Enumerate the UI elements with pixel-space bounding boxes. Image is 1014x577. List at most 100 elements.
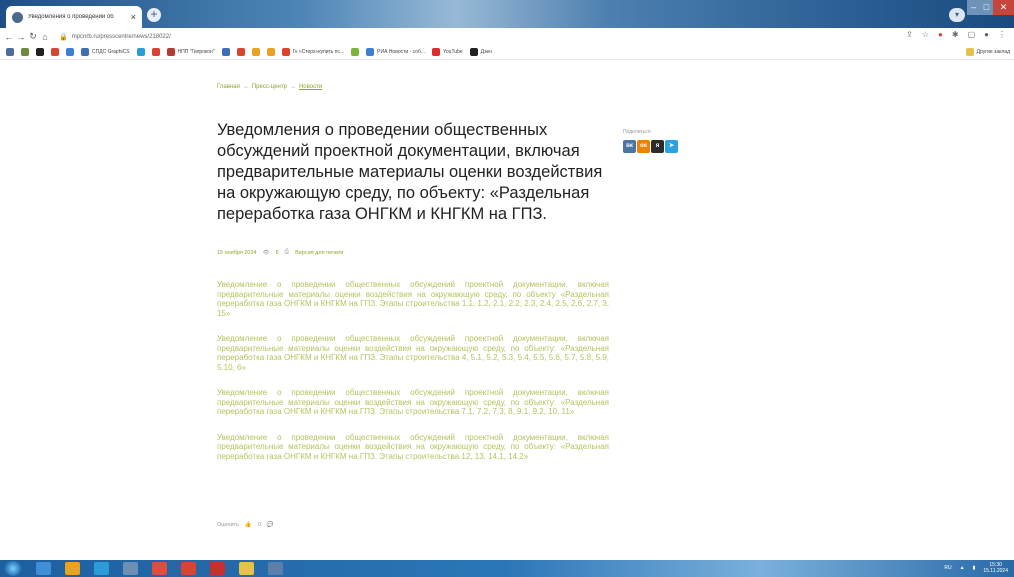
bookmark-item[interactable] xyxy=(136,48,145,56)
taskbar-app-icon[interactable] xyxy=(239,562,254,575)
lock-icon[interactable]: 🔒 xyxy=(59,33,68,41)
bookmark-favicon-icon xyxy=(81,48,89,56)
bookmark-item[interactable]: Гк «Стерх»купить пс... xyxy=(281,48,345,56)
folder-icon xyxy=(965,48,974,56)
bookmark-label: YouTube xyxy=(443,49,463,55)
window-minimize-button[interactable]: – xyxy=(967,0,980,15)
taskbar-app-icon[interactable] xyxy=(268,562,283,575)
bookmark-favicon-icon xyxy=(6,48,14,56)
taskbar-app-icon[interactable] xyxy=(181,562,196,575)
menu-icon[interactable]: ⋮ xyxy=(998,30,1006,39)
document-link[interactable]: Уведомление о проведении общественных об… xyxy=(217,433,609,462)
taskbar-app-icon[interactable] xyxy=(123,562,138,575)
bookmark-label: НПП "Гипрокон" xyxy=(177,49,215,55)
breadcrumb-news[interactable]: Новости xyxy=(299,84,322,90)
bookmark-favicon-icon xyxy=(166,48,175,56)
bookmark-item[interactable] xyxy=(221,48,230,56)
bookmark-item[interactable]: YouTube xyxy=(432,48,463,56)
bookmark-item[interactable]: РИА Новости - соб... xyxy=(366,48,425,56)
share-label: Поделиться xyxy=(623,129,651,135)
news-meta: 15 ноября 2024 👁 5 ⎙ Версия для печати xyxy=(217,249,343,256)
extensions-puzzle-icon[interactable]: ✱ xyxy=(952,30,959,39)
bookmark-star-icon[interactable]: ☆ xyxy=(922,30,929,39)
bookmark-item[interactable] xyxy=(21,48,29,56)
browser-tab[interactable]: Уведомления о проведении об × xyxy=(6,6,142,28)
bookmark-favicon-icon xyxy=(236,48,245,56)
system-tray: RU ▲ ▮ 15:30 15.11.2024 xyxy=(944,562,1008,574)
bookmark-item[interactable] xyxy=(36,48,44,56)
profile-icon[interactable]: ● xyxy=(984,30,989,39)
share-page-icon[interactable]: ⇪ xyxy=(906,30,913,39)
profile-chevron-icon[interactable]: ▾ xyxy=(949,8,965,22)
tab-title: Уведомления о проведении об xyxy=(28,14,114,20)
ya-icon[interactable]: я xyxy=(651,140,664,153)
reload-icon[interactable]: ↻ xyxy=(27,31,39,42)
news-date: 15 ноября 2024 xyxy=(217,249,257,256)
sidepanel-icon[interactable]: ▢ xyxy=(968,30,976,39)
like-count: 0 xyxy=(257,522,261,528)
bookmark-item[interactable] xyxy=(251,48,260,56)
document-link[interactable]: Уведомление о проведении общественных об… xyxy=(217,280,609,318)
vk-icon[interactable]: вк xyxy=(623,140,636,153)
taskbar-app-icon[interactable] xyxy=(210,562,225,575)
tray-arrow-icon[interactable]: ▲ xyxy=(960,565,965,571)
taskbar-app-icon[interactable] xyxy=(36,562,51,575)
bookmark-item[interactable] xyxy=(51,48,59,56)
address-bar: ← → ↻ ⌂ 🔒 mpcnrb.ru/presscentre/news/218… xyxy=(0,28,1014,45)
breadcrumb-home[interactable]: Главная xyxy=(217,84,240,90)
taskbar-app-icon[interactable] xyxy=(65,562,80,575)
thumbs-up-icon[interactable]: 👍 xyxy=(245,522,252,528)
home-icon[interactable]: ⌂ xyxy=(39,32,51,42)
bookmark-label: Дзен xyxy=(480,49,492,55)
bookmark-favicon-icon xyxy=(136,48,145,56)
printer-icon[interactable]: ⎙ xyxy=(285,249,289,256)
bookmark-label: СПДС GraphiCS xyxy=(92,49,130,55)
share-icons: вк ок я ➤ xyxy=(623,140,678,153)
bookmark-favicon-icon xyxy=(21,48,29,56)
rate-label: Оценить xyxy=(217,522,239,528)
bookmark-item[interactable] xyxy=(6,48,14,56)
document-link[interactable]: Уведомление о проведении общественных об… xyxy=(217,388,609,417)
bookmark-favicon-icon xyxy=(469,48,478,56)
back-icon[interactable]: ← xyxy=(3,32,15,42)
clock[interactable]: 15:30 15.11.2024 xyxy=(983,562,1008,574)
forward-icon[interactable]: → xyxy=(15,32,27,42)
bookmark-item[interactable] xyxy=(351,48,360,56)
bookmark-item[interactable] xyxy=(266,48,275,56)
bookmark-item[interactable]: Дзен xyxy=(469,48,492,56)
bookmark-item[interactable] xyxy=(236,48,245,56)
share-block: Поделиться вк ок я ➤ xyxy=(623,129,678,153)
other-bookmarks-label: Другие заклад xyxy=(976,49,1010,55)
eye-icon: 👁 xyxy=(262,249,270,256)
bookmark-item[interactable]: СПДС GraphiCS xyxy=(81,48,130,56)
print-version-link[interactable]: Версия для печати xyxy=(295,250,343,256)
taskbar-app-icon[interactable] xyxy=(152,562,167,575)
clock-date: 15.11.2024 xyxy=(983,568,1008,574)
url-input[interactable]: mpcnrb.ru/presscentre/news/218022/ xyxy=(72,34,171,40)
bookmark-item[interactable] xyxy=(151,48,160,56)
toolbar-actions: ⇪ ☆ ● ✱ ▢ ● ⋮ xyxy=(906,30,1006,39)
new-tab-button[interactable]: + xyxy=(147,8,161,22)
network-icon[interactable]: ▮ xyxy=(973,565,976,571)
bookmark-label: РИА Новости - соб... xyxy=(377,49,425,55)
bookmark-favicon-icon xyxy=(36,48,44,56)
bookmark-favicon-icon xyxy=(366,48,375,56)
language-indicator[interactable]: RU xyxy=(944,565,951,571)
comment-icon[interactable]: 💬 xyxy=(267,522,274,528)
site-favicon-icon xyxy=(12,11,23,23)
document-link[interactable]: Уведомление о проведении общественных об… xyxy=(217,334,609,372)
bookmark-item[interactable]: НПП "Гипрокон" xyxy=(166,48,215,56)
taskbar-app-icon[interactable] xyxy=(94,562,109,575)
breadcrumb-press[interactable]: Пресс-центр xyxy=(252,84,287,90)
tab-close-icon[interactable]: × xyxy=(131,12,136,22)
window-close-button[interactable]: ✕ xyxy=(993,0,1014,15)
ok-icon[interactable]: ок xyxy=(637,140,650,153)
window-maximize-button[interactable]: □ xyxy=(980,0,993,15)
telegram-icon[interactable]: ➤ xyxy=(665,140,678,153)
other-bookmarks[interactable]: Другие заклад xyxy=(965,48,1010,56)
bookmark-label: Гк «Стерх»купить пс... xyxy=(292,49,345,55)
extension-icon[interactable]: ● xyxy=(938,30,943,39)
bookmark-item[interactable] xyxy=(66,48,74,56)
page-title: Уведомления о проведении общественных об… xyxy=(217,121,603,223)
start-button[interactable] xyxy=(4,561,22,576)
